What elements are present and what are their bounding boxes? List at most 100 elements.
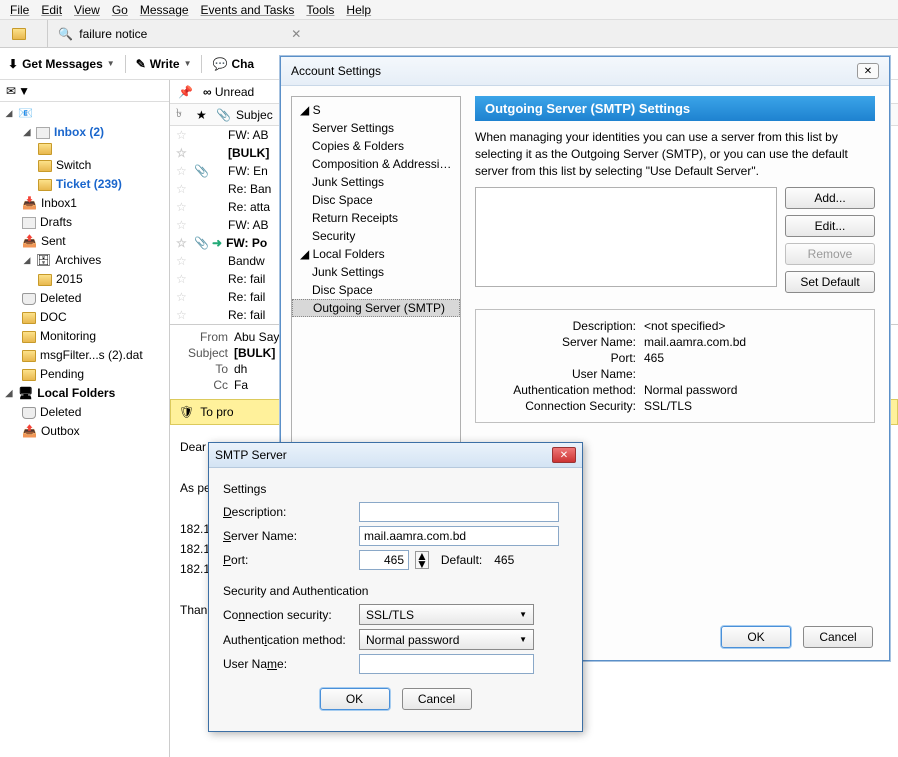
tree-local-folders[interactable]: ◢ Local Folders: [292, 245, 460, 263]
port-label: Port:: [223, 553, 353, 567]
connection-security-select[interactable]: SSL/TLS▼: [359, 604, 534, 625]
cancel-button[interactable]: Cancel: [803, 626, 873, 648]
attachment-icon: 📎: [194, 164, 208, 178]
to-value: dh: [234, 362, 247, 376]
folder-inbox1[interactable]: 📥Inbox1: [0, 194, 169, 213]
folder-archives[interactable]: ◢🗄Archives: [0, 251, 169, 270]
account-root[interactable]: ◢📧: [0, 104, 169, 123]
cancel-button[interactable]: Cancel: [402, 688, 472, 710]
close-search-tab[interactable]: ✕: [285, 27, 307, 41]
detail-auth: Normal password: [644, 383, 737, 397]
menu-message[interactable]: Message: [136, 3, 193, 17]
folder-icon: [38, 160, 52, 172]
tree-disc[interactable]: Disc Space: [292, 191, 460, 209]
dialog-title: Account Settings: [291, 64, 381, 78]
tree-copies[interactable]: Copies & Folders: [292, 137, 460, 155]
folder-inbox[interactable]: ◢Inbox (2): [0, 123, 169, 142]
folder-switch[interactable]: Switch: [0, 156, 169, 175]
port-input[interactable]: [359, 550, 409, 570]
folder-outbox[interactable]: 📤Outbox: [0, 422, 169, 441]
search-icon: 🔍: [58, 27, 73, 41]
star-icon[interactable]: ☆: [176, 200, 190, 214]
tree-server-settings[interactable]: Server Settings: [292, 119, 460, 137]
thread-col[interactable]: ৳: [176, 105, 190, 125]
folder-msgfilter[interactable]: msgFilter...s (2).dat: [0, 346, 169, 365]
menu-events[interactable]: Events and Tasks: [197, 3, 299, 17]
star-icon[interactable]: ☆: [176, 290, 190, 304]
star-icon[interactable]: ☆: [176, 272, 190, 286]
menu-file[interactable]: File: [6, 3, 33, 17]
subject-col[interactable]: Subjec: [236, 108, 273, 122]
menu-view[interactable]: View: [70, 3, 104, 17]
mail-icon: 📧: [18, 105, 33, 122]
star-icon[interactable]: ☆: [176, 218, 190, 232]
tree-junk[interactable]: Junk Settings: [292, 173, 460, 191]
menu-help[interactable]: Help: [342, 3, 375, 17]
chat-icon: 💬: [212, 57, 227, 71]
trash-icon: [22, 293, 36, 305]
folder-sub1[interactable]: [0, 142, 169, 156]
from-label: From: [178, 330, 228, 344]
tree-junk2[interactable]: Junk Settings: [292, 263, 460, 281]
folder-sent[interactable]: 📤Sent: [0, 232, 169, 251]
chevron-down-icon[interactable]: ▼: [184, 59, 192, 68]
menu-tools[interactable]: Tools: [302, 3, 338, 17]
description-input[interactable]: [359, 502, 559, 522]
folder-pane-header[interactable]: ✉ ▼: [0, 80, 169, 102]
detail-server-name: mail.aamra.com.bd: [644, 335, 746, 349]
auth-method-select[interactable]: Normal password▼: [359, 629, 534, 650]
smtp-server-list[interactable]: [475, 187, 777, 287]
folder-drafts[interactable]: Drafts: [0, 213, 169, 232]
search-input[interactable]: [79, 27, 279, 41]
write-button[interactable]: ✎ Write ▼: [136, 57, 192, 71]
chevron-down-icon: ▼: [519, 610, 527, 619]
attach-col[interactable]: 📎: [216, 108, 230, 122]
add-button[interactable]: Add...: [785, 187, 875, 209]
settings-description: When managing your identities you can us…: [475, 121, 875, 187]
star-icon[interactable]: ☆: [176, 254, 190, 268]
star-icon[interactable]: ☆: [176, 236, 190, 250]
set-default-button[interactable]: Set Default: [785, 271, 875, 293]
unread-filter[interactable]: ∞ Unread: [203, 85, 254, 99]
tree-security[interactable]: Security: [292, 227, 460, 245]
folder-deleted[interactable]: Deleted: [0, 289, 169, 308]
pin-icon[interactable]: 📌: [178, 85, 193, 99]
folder-monitoring[interactable]: Monitoring: [0, 327, 169, 346]
username-input[interactable]: [359, 654, 534, 674]
folder-local-deleted[interactable]: Deleted: [0, 403, 169, 422]
menu-edit[interactable]: Edit: [37, 3, 66, 17]
folder-icon: [22, 312, 36, 324]
tree-account[interactable]: ◢ S: [292, 101, 460, 119]
server-name-input[interactable]: [359, 526, 559, 546]
star-icon[interactable]: ☆: [176, 146, 190, 160]
folder-ticket[interactable]: Ticket (239): [0, 175, 169, 194]
chat-button[interactable]: 💬 Cha: [212, 57, 254, 71]
tree-composition[interactable]: Composition & Addressing: [292, 155, 460, 173]
menu-go[interactable]: Go: [108, 3, 132, 17]
star-icon[interactable]: ☆: [176, 308, 190, 322]
folder-doc[interactable]: DOC: [0, 308, 169, 327]
star-icon[interactable]: ☆: [176, 164, 190, 178]
folder-pending[interactable]: Pending: [0, 365, 169, 384]
folder-icon: [22, 350, 36, 362]
tree-disc2[interactable]: Disc Space: [292, 281, 460, 299]
remove-button[interactable]: Remove: [785, 243, 875, 265]
tree-smtp[interactable]: Outgoing Server (SMTP): [292, 299, 460, 317]
chevron-down-icon[interactable]: ▼: [107, 59, 115, 68]
folder-local[interactable]: ◢🖥Local Folders: [0, 384, 169, 403]
subject-label: Subject: [178, 346, 228, 360]
get-messages-button[interactable]: ⬇ Get Messages ▼: [8, 57, 115, 71]
star-icon[interactable]: ☆: [176, 128, 190, 142]
star-col[interactable]: ★: [196, 108, 210, 122]
star-icon[interactable]: ☆: [176, 182, 190, 196]
ok-button[interactable]: OK: [320, 688, 390, 710]
ok-button[interactable]: OK: [721, 626, 791, 648]
close-button[interactable]: ✕: [552, 447, 576, 463]
archive-icon: 🗄: [36, 252, 51, 269]
port-spinner[interactable]: ▲▼: [415, 551, 429, 569]
close-button[interactable]: ✕: [857, 63, 879, 79]
tree-returns[interactable]: Return Receipts: [292, 209, 460, 227]
folder-2015[interactable]: 2015: [0, 270, 169, 289]
mailbox-tab[interactable]: [0, 20, 48, 47]
edit-button[interactable]: Edit...: [785, 215, 875, 237]
